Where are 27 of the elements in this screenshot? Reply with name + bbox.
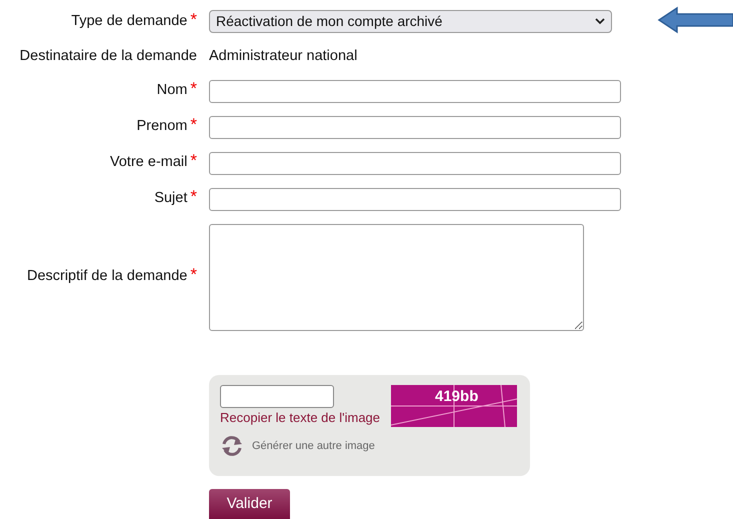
required-mark: *: [190, 188, 197, 206]
captcha-field[interactable]: [220, 384, 334, 408]
required-mark: *: [190, 80, 197, 98]
recipient-value: Administrateur national: [209, 47, 358, 66]
text-field[interactable]: [209, 152, 621, 175]
field-label: Votre e-mail: [110, 153, 188, 172]
required-mark: *: [190, 266, 197, 284]
type-select[interactable]: Réactivation de mon compte archivé: [209, 10, 612, 33]
field-label: Descriptif de la demande: [26, 267, 188, 286]
submit-button[interactable]: Valider: [209, 488, 290, 519]
field-label: Sujet: [154, 189, 188, 208]
required-mark: *: [190, 10, 197, 28]
field-label: Type de demande: [71, 12, 188, 31]
refresh-icon[interactable]: [220, 435, 244, 458]
field-label: Nom: [156, 81, 188, 100]
text-field[interactable]: [209, 80, 621, 103]
text-field[interactable]: [209, 116, 621, 139]
text-field[interactable]: [209, 188, 621, 211]
field-label: Prenom: [136, 117, 188, 136]
row-label: Destinataire de la demande: [20, 47, 197, 66]
required-mark: *: [190, 152, 197, 170]
description-field[interactable]: [209, 224, 584, 331]
regenerate-link[interactable]: Générer une autre image: [252, 438, 375, 454]
arrow-icon: [657, 6, 733, 34]
chevron-icon: [595, 18, 605, 25]
required-mark: *: [190, 116, 197, 134]
captcha-hint: Recopier le texte de l'image: [220, 408, 380, 427]
